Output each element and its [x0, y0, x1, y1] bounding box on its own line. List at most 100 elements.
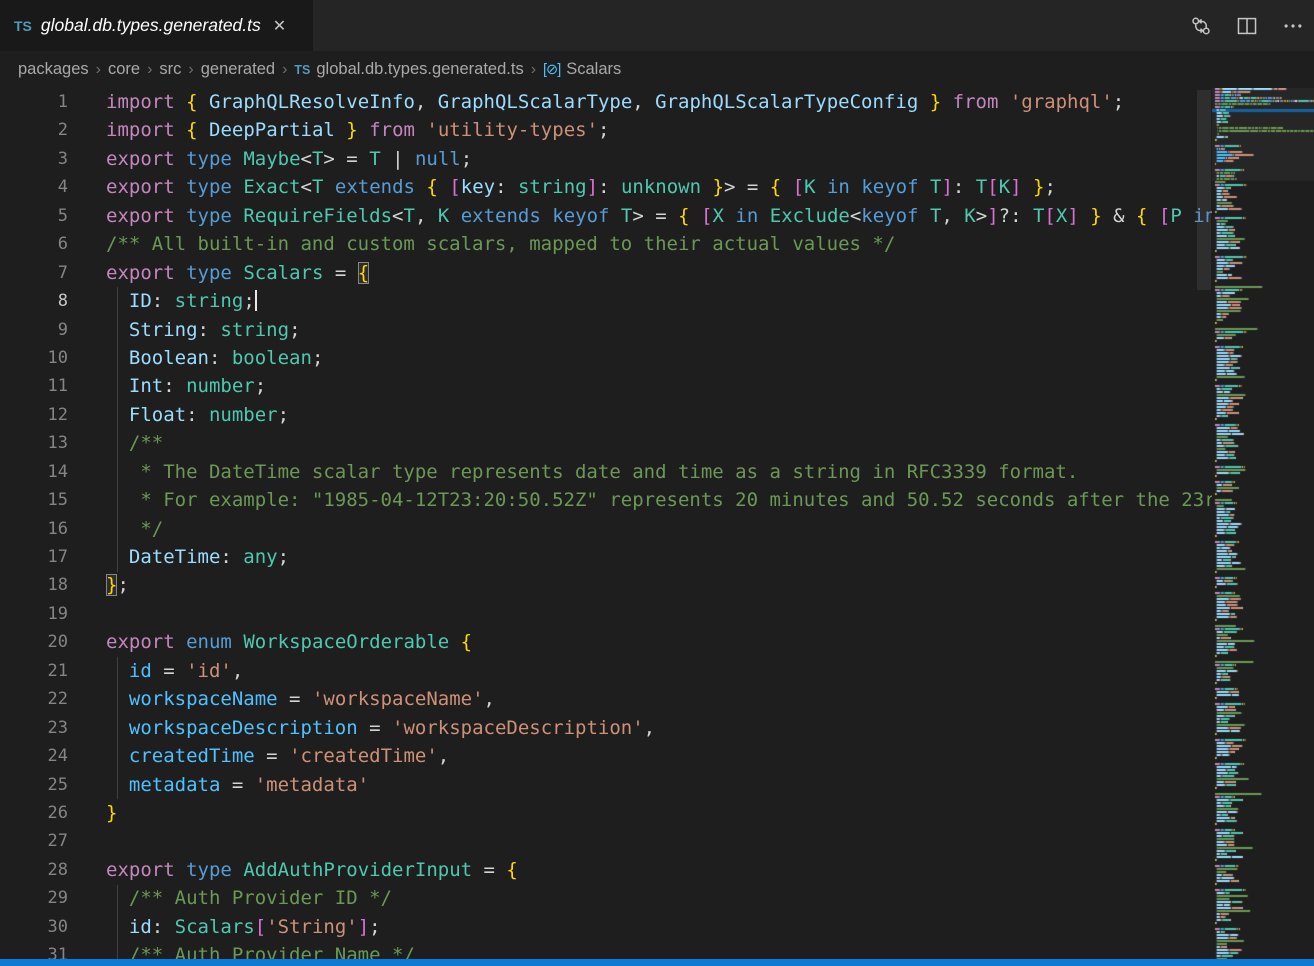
breadcrumb-item-packages[interactable]: packages [18, 60, 89, 79]
vertical-scrollbar[interactable] [1196, 88, 1212, 959]
code-line[interactable]: 25 metadata = 'metadata' [0, 771, 1314, 799]
editor-pane[interactable]: 1 import { GraphQLResolveInfo, GraphQLSca… [0, 88, 1314, 959]
line-number[interactable]: 16 [0, 515, 68, 543]
code-line[interactable]: 26} [0, 799, 1314, 827]
minimap[interactable] [1212, 88, 1314, 959]
chevron-right-icon: › [140, 61, 159, 79]
typescript-file-icon: TS [14, 18, 32, 34]
code-text: /** Auth Provider Name */ [106, 941, 415, 959]
code-text: id = 'id', [106, 657, 243, 685]
code-line[interactable]: 15 * For example: "1985-04-12T23:20:50.5… [0, 486, 1314, 514]
close-tab-icon[interactable]: ✕ [273, 16, 286, 36]
line-number[interactable]: 1 [0, 88, 68, 116]
code-line[interactable]: 11 Int: number; [0, 372, 1314, 400]
code-line[interactable]: 6/** All built-in and custom scalars, ma… [0, 230, 1314, 258]
code-line[interactable]: 14 * The DateTime scalar type represents… [0, 458, 1314, 486]
code-text: export type Scalars = { [106, 259, 369, 287]
line-number[interactable]: 17 [0, 543, 68, 571]
line-number[interactable]: 29 [0, 884, 68, 912]
code-line[interactable]: 16 */ [0, 515, 1314, 543]
code-text: export type Exact<T extends { [key: stri… [106, 173, 1056, 201]
line-number[interactable]: 2 [0, 116, 68, 144]
code-text: ID: string; [106, 287, 257, 315]
code-line[interactable]: 30 id: Scalars['String']; [0, 913, 1314, 941]
line-number[interactable]: 15 [0, 486, 68, 514]
code-line[interactable]: 2import { DeepPartial } from 'utility-ty… [0, 116, 1314, 144]
breadcrumb-item-core[interactable]: core [108, 60, 140, 79]
line-number[interactable]: 24 [0, 742, 68, 770]
code-line[interactable]: 21 id = 'id', [0, 657, 1314, 685]
line-number[interactable]: 8 [0, 287, 68, 315]
line-number[interactable]: 6 [0, 230, 68, 258]
line-number[interactable]: 27 [0, 827, 68, 855]
line-number[interactable]: 26 [0, 799, 68, 827]
tab-global-db-types[interactable]: TS global.db.types.generated.ts ✕ [0, 0, 313, 51]
more-actions-icon[interactable] [1282, 15, 1304, 37]
line-number[interactable]: 18 [0, 571, 68, 599]
breadcrumb-item-generated[interactable]: generated [201, 60, 275, 79]
line-number[interactable]: 9 [0, 316, 68, 344]
line-number[interactable]: 11 [0, 372, 68, 400]
code-line[interactable]: 13 /** [0, 429, 1314, 457]
text-cursor [255, 290, 257, 311]
line-number[interactable]: 22 [0, 685, 68, 713]
code-line[interactable]: 29 /** Auth Provider ID */ [0, 884, 1314, 912]
code-text: Boolean: boolean; [106, 344, 323, 372]
code-text: /** [106, 429, 163, 457]
line-number[interactable]: 5 [0, 202, 68, 230]
line-number[interactable]: 3 [0, 145, 68, 173]
code-line[interactable]: 20export enum WorkspaceOrderable { [0, 628, 1314, 656]
editor-actions [1190, 0, 1304, 51]
code-line[interactable]: 3 export type Maybe<T> = T | null; [0, 145, 1314, 173]
code-text: id: Scalars['String']; [106, 913, 381, 941]
split-editor-icon[interactable] [1236, 15, 1258, 37]
code-text: import { GraphQLResolveInfo, GraphQLScal… [106, 88, 1124, 116]
code-line[interactable]: 9 String: string; [0, 316, 1314, 344]
code-text: workspaceName = 'workspaceName', [106, 685, 495, 713]
line-number[interactable]: 25 [0, 771, 68, 799]
code-line[interactable]: 7 export type Scalars = { [0, 259, 1314, 287]
code-line[interactable]: 8 ID: string; [0, 287, 1314, 315]
code-line[interactable]: 18}; [0, 571, 1314, 599]
code-line[interactable]: 5export type RequireFields<T, K extends … [0, 202, 1314, 230]
line-number[interactable]: 7 [0, 259, 68, 287]
line-number[interactable]: 13 [0, 429, 68, 457]
code-line[interactable]: 10 Boolean: boolean; [0, 344, 1314, 372]
code-line[interactable]: 4 export type Exact<T extends { [key: str… [0, 173, 1314, 201]
code-text: * The DateTime scalar type represents da… [106, 458, 1078, 486]
code-line[interactable]: 23 workspaceDescription = 'workspaceDesc… [0, 714, 1314, 742]
code-line[interactable]: 24 createdTime = 'createdTime', [0, 742, 1314, 770]
code-area[interactable]: 1 import { GraphQLResolveInfo, GraphQLSca… [0, 88, 1314, 959]
scrollbar-slider[interactable] [1197, 90, 1211, 290]
line-number[interactable]: 28 [0, 856, 68, 884]
status-bar [0, 959, 1314, 966]
code-line[interactable]: 27 [0, 827, 1314, 855]
line-number[interactable]: 23 [0, 714, 68, 742]
code-line[interactable]: 19 [0, 600, 1314, 628]
code-line[interactable]: 1 import { GraphQLResolveInfo, GraphQLSca… [0, 88, 1314, 116]
line-number[interactable]: 10 [0, 344, 68, 372]
line-number[interactable]: 19 [0, 600, 68, 628]
line-number[interactable]: 14 [0, 458, 68, 486]
code-line[interactable]: 28export type AddAuthProviderInput = { [0, 856, 1314, 884]
line-number[interactable]: 31 [0, 941, 68, 959]
code-line[interactable]: 12 Float: number; [0, 401, 1314, 429]
chevron-right-icon: › [275, 61, 294, 79]
breadcrumb-item-src[interactable]: src [159, 60, 181, 79]
breadcrumb-item-file[interactable]: global.db.types.generated.ts [316, 60, 523, 79]
code-line[interactable]: 17 DateTime: any; [0, 543, 1314, 571]
breadcrumb-item-symbol[interactable]: Scalars [566, 60, 621, 79]
line-number[interactable]: 21 [0, 657, 68, 685]
line-number[interactable]: 12 [0, 401, 68, 429]
line-number[interactable]: 30 [0, 913, 68, 941]
line-number[interactable]: 4 [0, 173, 68, 201]
code-line[interactable]: 22 workspaceName = 'workspaceName', [0, 685, 1314, 713]
line-number[interactable]: 20 [0, 628, 68, 656]
code-text: export type Maybe<T> = T | null; [106, 145, 472, 173]
code-text: Int: number; [106, 372, 266, 400]
chevron-right-icon: › [89, 61, 108, 79]
code-line[interactable]: 31 /** Auth Provider Name */ [0, 941, 1314, 959]
code-text: */ [106, 515, 163, 543]
tab-title: global.db.types.generated.ts [41, 15, 261, 36]
open-changes-icon[interactable] [1190, 15, 1212, 37]
